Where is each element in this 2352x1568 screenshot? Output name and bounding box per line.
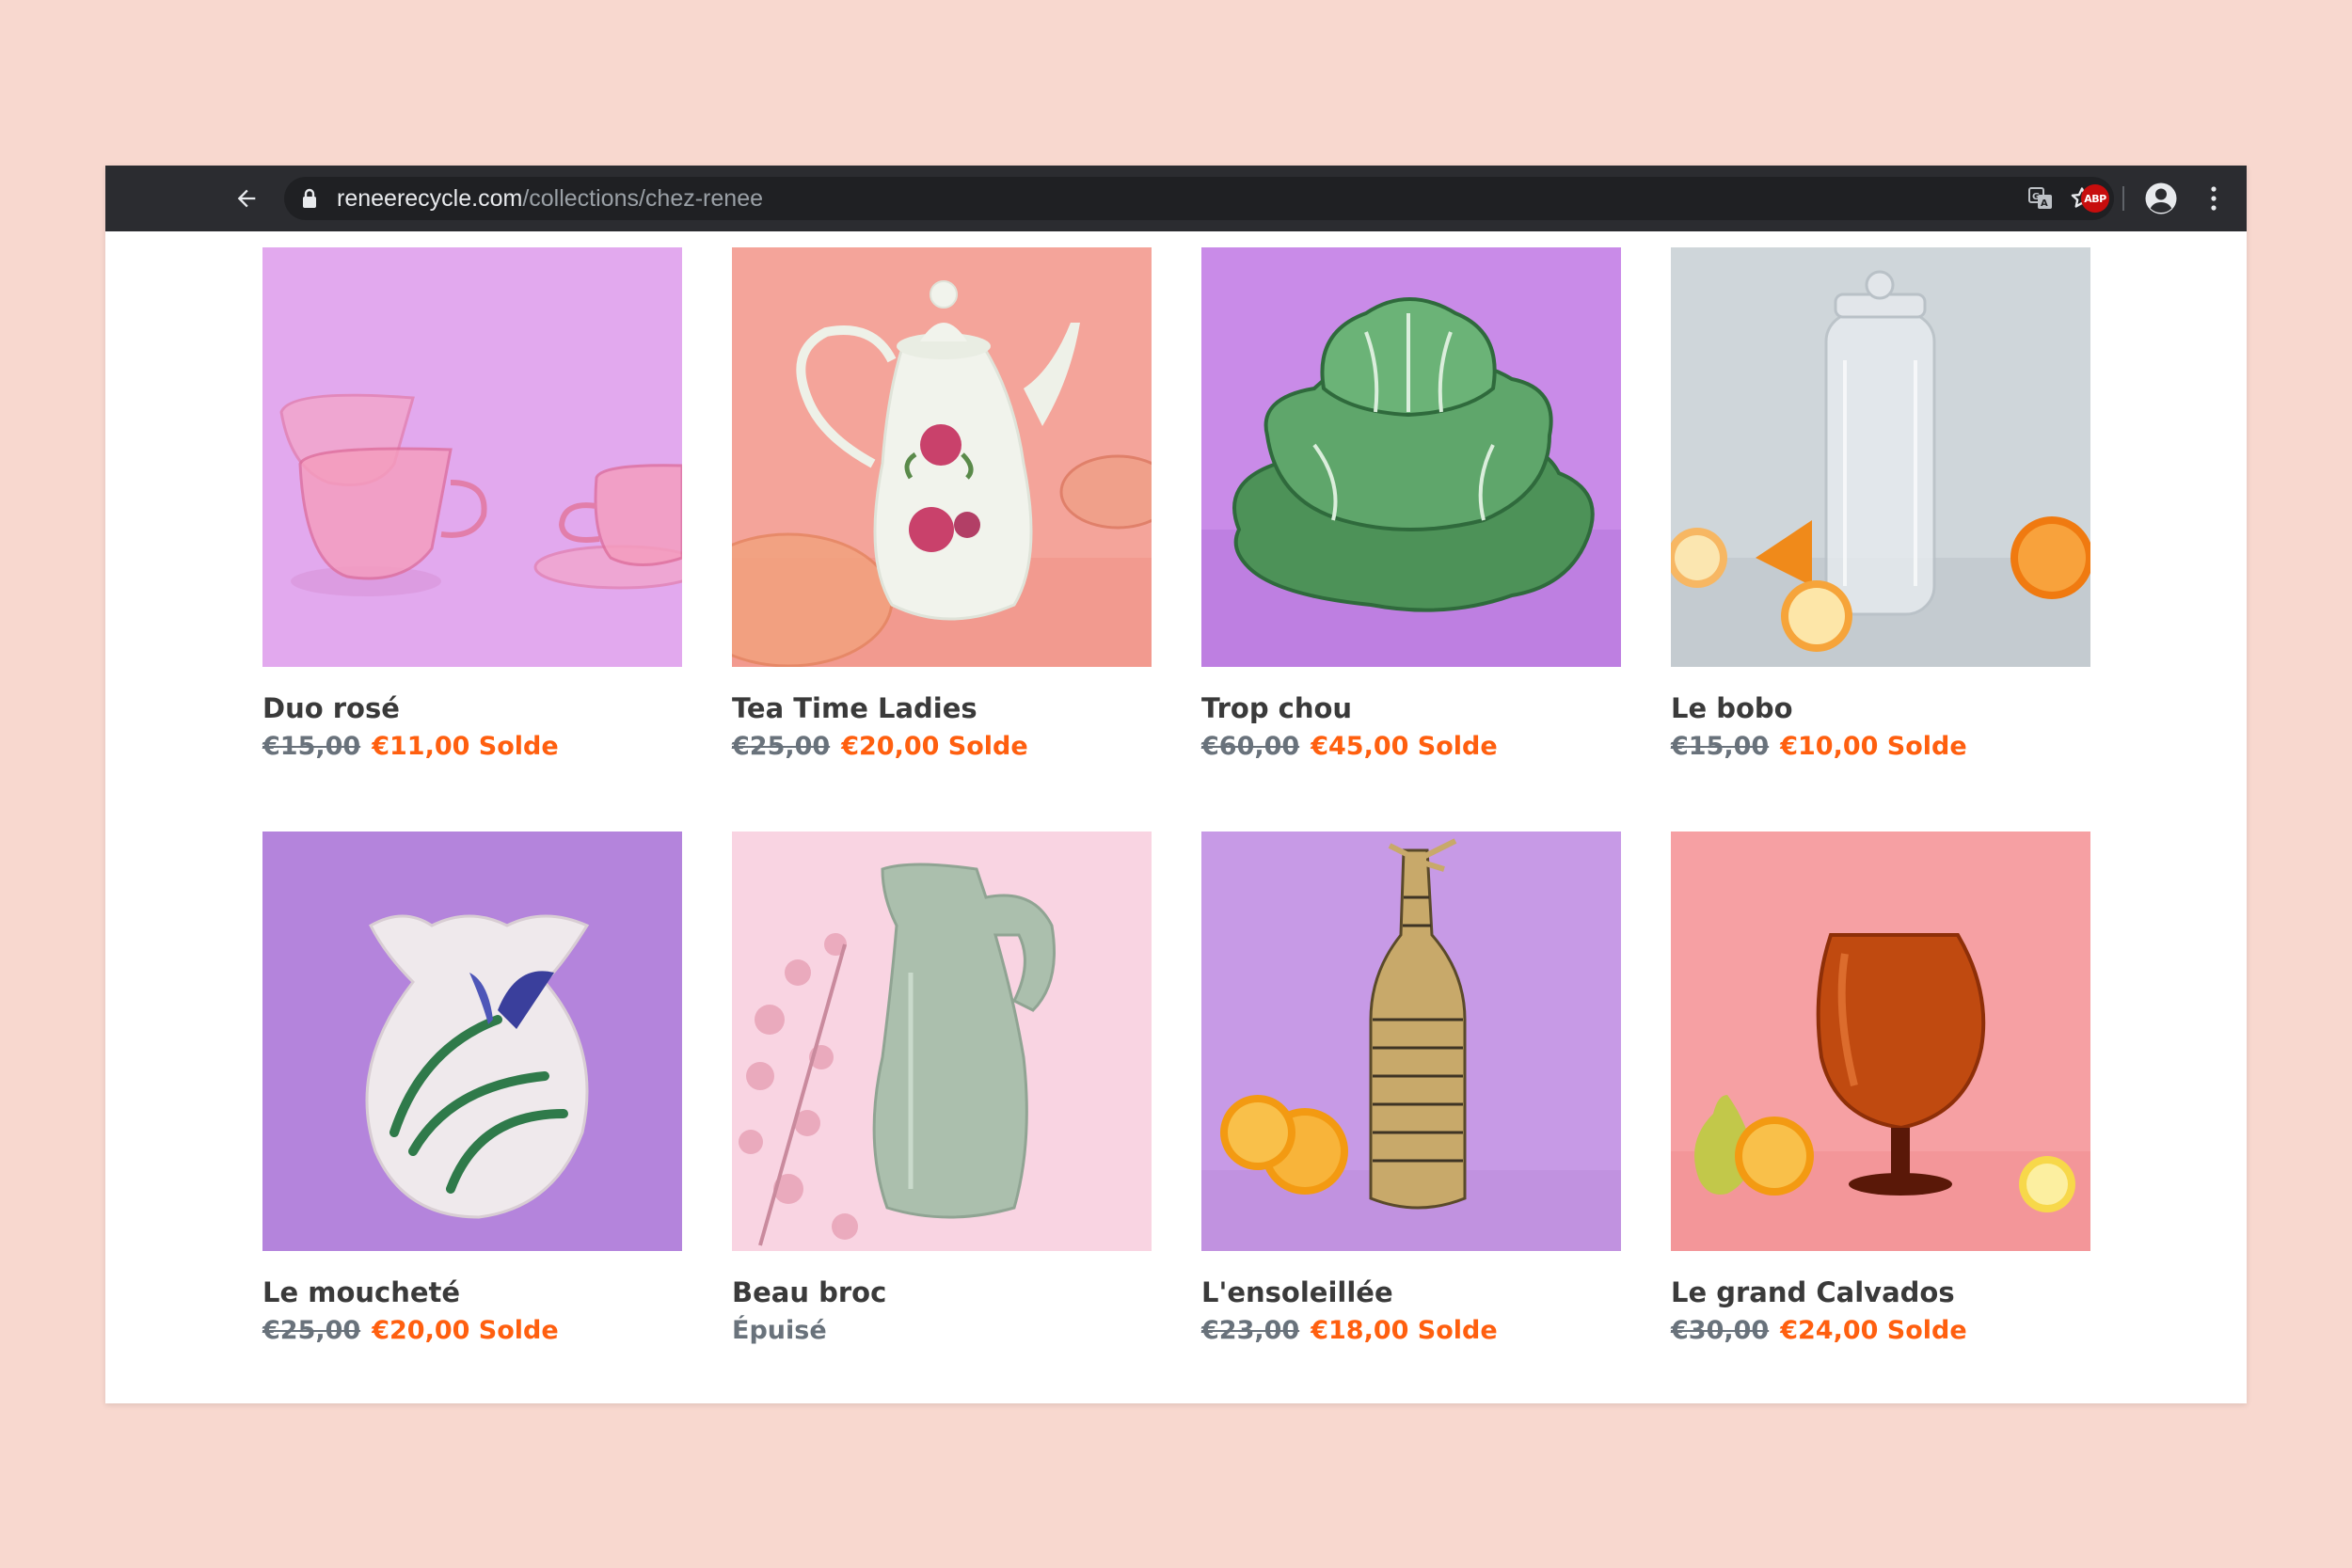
sale-price: €20,00 Solde	[372, 1316, 559, 1345]
product-image[interactable]	[1201, 832, 1621, 1251]
url-text: reneerecycle.com/collections/chez-renee	[337, 185, 763, 212]
product-title[interactable]: Le grand Calvados	[1671, 1275, 2090, 1309]
product-title[interactable]: Beau broc	[732, 1275, 1152, 1309]
product-card[interactable]: Duo rosé €15,00 €11,00 Solde	[262, 247, 682, 763]
svg-text:G: G	[2032, 192, 2040, 202]
toolbar-divider	[2122, 186, 2124, 211]
product-title[interactable]: Trop chou	[1201, 691, 1621, 725]
url-host: reneerecycle.com	[337, 185, 523, 212]
product-card[interactable]: Beau broc Épuisé	[732, 832, 1152, 1347]
lock-icon	[297, 186, 322, 211]
sale-price: €11,00 Solde	[372, 732, 559, 761]
sale-price: €24,00 Solde	[1780, 1316, 1967, 1345]
sale-price: €18,00 Solde	[1311, 1316, 1498, 1345]
product-price: €23,00 €18,00 Solde	[1201, 1315, 1621, 1347]
product-card[interactable]: Le moucheté €25,00 €20,00 Solde	[262, 832, 682, 1347]
product-card[interactable]: Le bobo €15,00 €10,00 Solde	[1671, 247, 2090, 763]
back-button[interactable]	[226, 179, 267, 218]
product-image[interactable]	[1671, 247, 2090, 667]
product-card[interactable]: L'ensoleillée €23,00 €18,00 Solde	[1201, 832, 1621, 1347]
original-price: €25,00	[262, 1316, 361, 1345]
product-image[interactable]	[732, 247, 1152, 667]
product-title[interactable]: Le moucheté	[262, 1275, 682, 1309]
kebab-menu-icon	[2211, 186, 2217, 211]
product-price: Épuisé	[732, 1315, 1152, 1347]
product-title[interactable]: Duo rosé	[262, 691, 682, 725]
translate-icon[interactable]: G A	[2025, 182, 2057, 214]
product-card[interactable]: Le grand Calvados €30,00 €24,00 Solde	[1671, 832, 2090, 1347]
product-card[interactable]: Trop chou €60,00 €45,00 Solde	[1201, 247, 1621, 763]
product-price: €60,00 €45,00 Solde	[1201, 731, 1621, 763]
product-image[interactable]	[732, 832, 1152, 1251]
browser-toolbar: reneerecycle.com/collections/chez-renee …	[105, 166, 2247, 231]
sold-out-status: Épuisé	[732, 1316, 827, 1345]
original-price: €15,00	[1671, 732, 1770, 761]
browser-window: reneerecycle.com/collections/chez-renee …	[105, 166, 2247, 1403]
product-price: €15,00 €10,00 Solde	[1671, 731, 2090, 763]
product-title[interactable]: Le bobo	[1671, 691, 2090, 725]
original-price: €60,00	[1201, 732, 1300, 761]
product-title[interactable]: L'ensoleillée	[1201, 1275, 1621, 1309]
account-circle-icon	[2145, 182, 2177, 214]
product-price: €30,00 €24,00 Solde	[1671, 1315, 2090, 1347]
original-price: €15,00	[262, 732, 361, 761]
product-image[interactable]	[262, 247, 682, 667]
back-arrow-icon	[237, 189, 256, 208]
product-image[interactable]	[262, 832, 682, 1251]
adblock-icon: ABP	[2081, 184, 2109, 213]
product-image[interactable]	[1671, 832, 2090, 1251]
product-price: €15,00 €11,00 Solde	[262, 731, 682, 763]
product-title[interactable]: Tea Time Ladies	[732, 691, 1152, 725]
product-price: €25,00 €20,00 Solde	[732, 731, 1152, 763]
product-image[interactable]	[1201, 247, 1621, 667]
product-price: €25,00 €20,00 Solde	[262, 1315, 682, 1347]
original-price: €23,00	[1201, 1316, 1300, 1345]
url-path: /collections/chez-renee	[522, 185, 764, 212]
profile-button[interactable]	[2141, 179, 2181, 218]
adblock-extension-button[interactable]: ABP	[2075, 179, 2115, 218]
sale-price: €20,00 Solde	[841, 732, 1028, 761]
sale-price: €45,00 Solde	[1311, 732, 1498, 761]
product-card[interactable]: Tea Time Ladies €25,00 €20,00 Solde	[732, 247, 1152, 763]
original-price: €30,00	[1671, 1316, 1770, 1345]
browser-menu-button[interactable]	[2194, 179, 2233, 218]
original-price: €25,00	[732, 732, 831, 761]
address-bar[interactable]: reneerecycle.com/collections/chez-renee …	[284, 177, 2114, 220]
sale-price: €10,00 Solde	[1780, 732, 1967, 761]
svg-text:A: A	[2041, 198, 2048, 209]
